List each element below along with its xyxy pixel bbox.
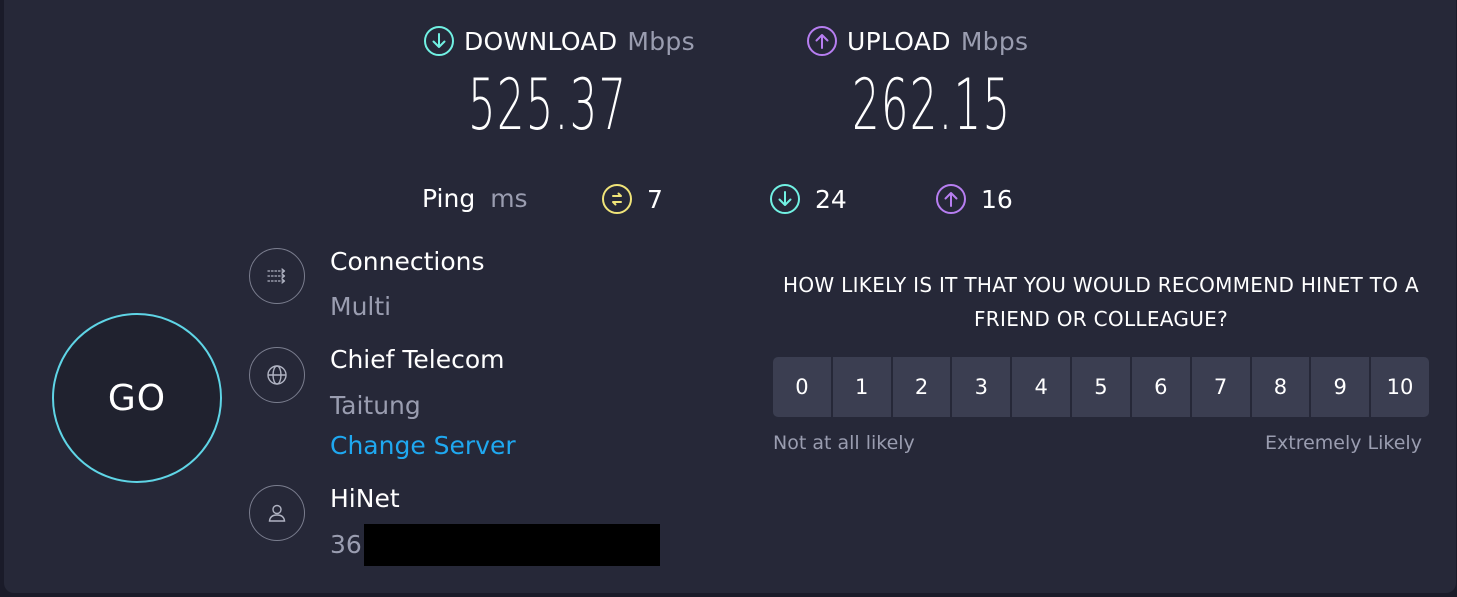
change-server-link[interactable]: Change Server bbox=[330, 431, 516, 460]
rating-button-6[interactable]: 6 bbox=[1131, 357, 1190, 417]
upload-value: 262.15 bbox=[852, 64, 1012, 146]
user-icon bbox=[249, 485, 305, 541]
server-location: Taitung bbox=[330, 391, 421, 420]
rating-button-3[interactable]: 3 bbox=[952, 357, 1011, 417]
download-header: DOWNLOAD Mbps bbox=[424, 26, 695, 56]
scale-high-label: Extremely Likely bbox=[1265, 432, 1422, 454]
upload-unit: Mbps bbox=[960, 26, 1029, 56]
rating-button-10[interactable]: 10 bbox=[1371, 357, 1429, 417]
rating-button-5[interactable]: 5 bbox=[1072, 357, 1130, 417]
survey-question: HOW LIKELY IS IT THAT YOU WOULD RECOMMEN… bbox=[783, 273, 1419, 331]
download-arrow-icon bbox=[424, 26, 454, 56]
download-ping-icon bbox=[770, 184, 800, 214]
rating-button-4[interactable]: 4 bbox=[1012, 357, 1071, 417]
ping-unit: ms bbox=[490, 184, 528, 213]
rating-button-8[interactable]: 8 bbox=[1251, 357, 1310, 417]
upload-ping-icon bbox=[936, 184, 966, 214]
upload-header: UPLOAD Mbps bbox=[807, 26, 1028, 56]
upload-label: UPLOAD bbox=[847, 26, 951, 56]
download-unit: Mbps bbox=[627, 26, 695, 56]
download-ping-value: 24 bbox=[815, 184, 847, 214]
go-button[interactable]: GO bbox=[52, 313, 222, 483]
rating-button-2[interactable]: 2 bbox=[892, 357, 951, 417]
ping-label: Ping bbox=[422, 184, 476, 213]
globe-icon bbox=[249, 347, 305, 403]
provider-name: HiNet bbox=[330, 484, 400, 513]
upload-arrow-icon bbox=[807, 26, 837, 56]
idle-ping-value: 7 bbox=[647, 184, 663, 214]
rating-scale: 0 1 2 3 4 5 6 7 8 9 10 bbox=[773, 357, 1429, 417]
scale-low-label: Not at all likely bbox=[773, 432, 915, 454]
app-frame: DOWNLOAD Mbps 525.37 UPLOAD Mbps 262.15 … bbox=[0, 0, 1457, 597]
connections-mode: Multi bbox=[330, 292, 392, 321]
download-value: 525.37 bbox=[468, 64, 628, 146]
ip-redaction bbox=[364, 524, 660, 566]
server-name: Chief Telecom bbox=[330, 345, 505, 374]
results-panel: DOWNLOAD Mbps 525.37 UPLOAD Mbps 262.15 … bbox=[4, 0, 1456, 593]
connections-toggle-icon[interactable] bbox=[249, 248, 305, 304]
rating-button-7[interactable]: 7 bbox=[1191, 357, 1250, 417]
connections-title: Connections bbox=[330, 247, 485, 276]
ping-row: Ping ms 7 24 16 bbox=[422, 184, 1062, 218]
upload-ping-value: 16 bbox=[981, 184, 1013, 214]
download-label: DOWNLOAD bbox=[464, 26, 618, 56]
idle-ping-icon bbox=[602, 184, 632, 214]
rating-button-0[interactable]: 0 bbox=[773, 357, 831, 417]
rating-button-9[interactable]: 9 bbox=[1311, 357, 1370, 417]
rating-button-1[interactable]: 1 bbox=[832, 357, 891, 417]
